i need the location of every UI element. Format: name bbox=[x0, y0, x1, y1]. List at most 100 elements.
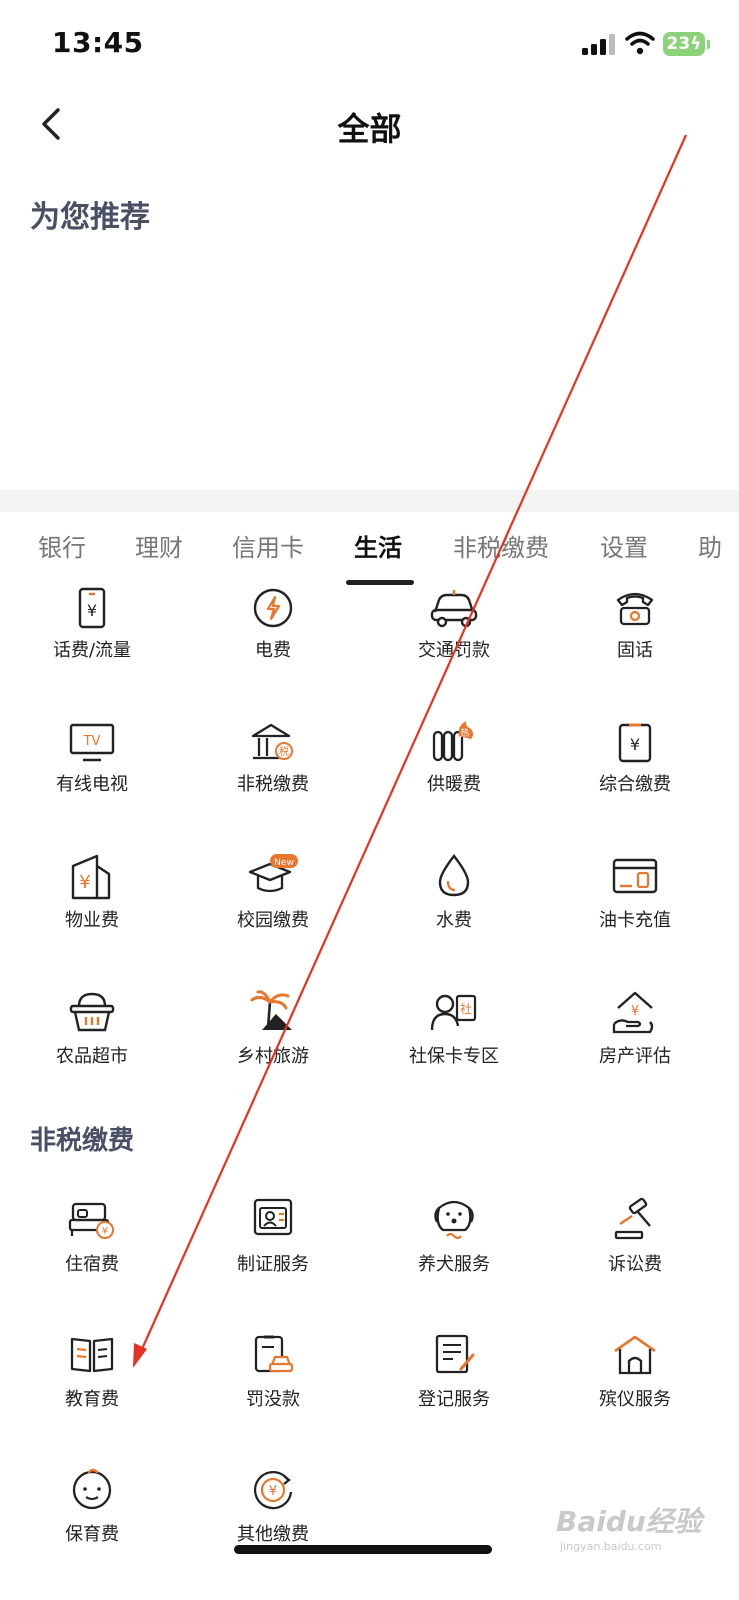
service-water[interactable]: 水费 bbox=[362, 852, 546, 962]
service-label: 教育费 bbox=[65, 1389, 119, 1410]
service-registration[interactable]: 登记服务 bbox=[362, 1331, 546, 1441]
phone-bill-icon: ¥ bbox=[78, 587, 106, 629]
badge-hot: 热 bbox=[460, 727, 469, 739]
open-book-icon bbox=[70, 1337, 114, 1373]
service-label: 养犬服务 bbox=[418, 1254, 490, 1275]
service-label: 油卡充值 bbox=[599, 910, 671, 931]
gavel-icon bbox=[614, 1197, 651, 1240]
baidu-watermark: Baidu经验 bbox=[556, 1505, 702, 1538]
service-fuel-card[interactable]: 油卡充值 bbox=[543, 852, 727, 962]
service-property-appraisal[interactable]: ¥ 房产评估 bbox=[543, 988, 727, 1098]
tab-settings[interactable]: 设置 bbox=[600, 528, 648, 563]
service-non-tax[interactable]: 税 非税缴费 bbox=[181, 720, 365, 830]
tab-help[interactable]: 助 bbox=[698, 528, 722, 563]
active-tab-indicator bbox=[346, 580, 414, 585]
service-label: 综合缴费 bbox=[599, 774, 671, 795]
service-label: 乡村旅游 bbox=[237, 1046, 309, 1067]
fuel-card-icon bbox=[612, 858, 658, 894]
service-label: 交通罚款 bbox=[418, 640, 490, 661]
tab-life[interactable]: 生活 bbox=[354, 528, 402, 563]
status-bar: 13:45 23ϟ bbox=[0, 0, 739, 90]
recommend-heading: 为您推荐 bbox=[30, 200, 150, 235]
circle-yuan-icon: ¥ bbox=[253, 1470, 293, 1510]
tab-wealth[interactable]: 理财 bbox=[135, 528, 183, 563]
svg-text:¥: ¥ bbox=[79, 872, 90, 893]
service-campus[interactable]: New 校园缴费 bbox=[181, 852, 365, 962]
service-farm-market[interactable]: 农品超市 bbox=[0, 988, 184, 1098]
service-label: 诉讼费 bbox=[608, 1254, 662, 1275]
service-lodging[interactable]: ¥ 住宿费 bbox=[0, 1196, 184, 1306]
service-cable-tv[interactable]: TV 有线电视 bbox=[0, 720, 184, 830]
service-traffic-fine[interactable]: 交通罚款 bbox=[362, 586, 546, 696]
service-label: 电费 bbox=[255, 640, 291, 661]
service-litigation[interactable]: 诉讼费 bbox=[543, 1196, 727, 1306]
service-label: 登记服务 bbox=[418, 1389, 490, 1410]
page-title: 全部 bbox=[337, 110, 402, 148]
svg-text:¥: ¥ bbox=[630, 735, 640, 754]
service-label: 校园缴费 bbox=[237, 910, 309, 931]
tab-non-tax[interactable]: 非税缴费 bbox=[453, 528, 549, 563]
service-label: 话费/流量 bbox=[52, 640, 132, 661]
service-funeral[interactable]: 殡仪服务 bbox=[543, 1331, 727, 1441]
service-certificate[interactable]: 制证服务 bbox=[181, 1196, 365, 1306]
service-label: 供暖费 bbox=[427, 774, 481, 795]
watermark-url: jingyan.baidu.com bbox=[560, 1540, 662, 1553]
home-indicator[interactable] bbox=[234, 1545, 492, 1554]
charging-bolt-icon: ϟ bbox=[690, 34, 702, 54]
non-tax-heading: 非税缴费 bbox=[30, 1126, 135, 1156]
service-label: 固话 bbox=[617, 640, 653, 661]
tv-icon: TV bbox=[69, 723, 115, 762]
service-electricity[interactable]: 电费 bbox=[181, 586, 365, 696]
service-rural-tourism[interactable]: 乡村旅游 bbox=[181, 988, 365, 1098]
svg-text:¥: ¥ bbox=[87, 601, 97, 620]
service-label: 水费 bbox=[436, 910, 472, 931]
service-other[interactable]: ¥ 其他缴费 bbox=[181, 1466, 365, 1576]
funeral-house-icon bbox=[614, 1335, 656, 1375]
service-label: 罚没款 bbox=[246, 1389, 300, 1410]
social-security-icon: 社 bbox=[430, 994, 477, 1031]
service-phone-bill[interactable]: ¥ 话费/流量 bbox=[0, 586, 184, 696]
tax-building-icon: 税 bbox=[251, 723, 293, 760]
telephone-icon bbox=[616, 592, 654, 626]
service-label: 保育费 bbox=[65, 1524, 119, 1545]
water-drop-icon bbox=[438, 854, 470, 897]
service-label: 非税缴费 bbox=[237, 774, 309, 795]
service-property[interactable]: ¥ 物业费 bbox=[0, 852, 184, 962]
service-label: 农品超市 bbox=[56, 1046, 128, 1067]
section-divider bbox=[0, 490, 739, 512]
service-label: 有线电视 bbox=[56, 774, 128, 795]
bed-icon: ¥ bbox=[68, 1202, 114, 1239]
svg-text:¥: ¥ bbox=[102, 1226, 108, 1237]
document-pen-icon bbox=[435, 1334, 475, 1374]
palm-tree-icon bbox=[250, 990, 292, 1030]
service-landline[interactable]: 固话 bbox=[543, 586, 727, 696]
baby-face-icon bbox=[72, 1468, 112, 1510]
tab-credit-card[interactable]: 信用卡 bbox=[232, 528, 304, 563]
service-education[interactable]: 教育费 bbox=[0, 1331, 184, 1441]
tab-bank[interactable]: 银行 bbox=[38, 528, 86, 563]
property-icon: ¥ bbox=[71, 854, 111, 900]
cellular-signal-icon bbox=[582, 33, 616, 55]
service-heating[interactable]: 热 供暖费 bbox=[362, 720, 546, 830]
badge-new: New bbox=[274, 858, 294, 868]
badge-social: 社 bbox=[460, 1001, 472, 1016]
clipboard-yuan-icon: ¥ bbox=[618, 723, 652, 763]
service-label: 住宿费 bbox=[65, 1254, 119, 1275]
service-social-security[interactable]: 社 社保卡专区 bbox=[362, 988, 546, 1098]
wifi-icon bbox=[625, 31, 655, 55]
svg-text:¥: ¥ bbox=[269, 1484, 277, 1499]
battery-tip bbox=[707, 40, 710, 49]
svg-text:¥: ¥ bbox=[631, 1004, 639, 1019]
service-general-payment[interactable]: ¥ 综合缴费 bbox=[543, 720, 727, 830]
service-label: 物业费 bbox=[65, 910, 119, 931]
id-card-icon bbox=[253, 1198, 293, 1236]
service-label: 房产评估 bbox=[599, 1046, 671, 1067]
status-time: 13:45 bbox=[52, 26, 144, 59]
service-dog[interactable]: 养犬服务 bbox=[362, 1196, 546, 1306]
service-label: 其他缴费 bbox=[237, 1524, 309, 1545]
nav-bar: 全部 bbox=[0, 92, 739, 152]
service-confiscation[interactable]: 罚没款 bbox=[181, 1331, 365, 1441]
service-childcare[interactable]: 保育费 bbox=[0, 1466, 184, 1576]
basket-icon bbox=[69, 992, 115, 1032]
graduation-cap-icon: New bbox=[248, 854, 298, 893]
